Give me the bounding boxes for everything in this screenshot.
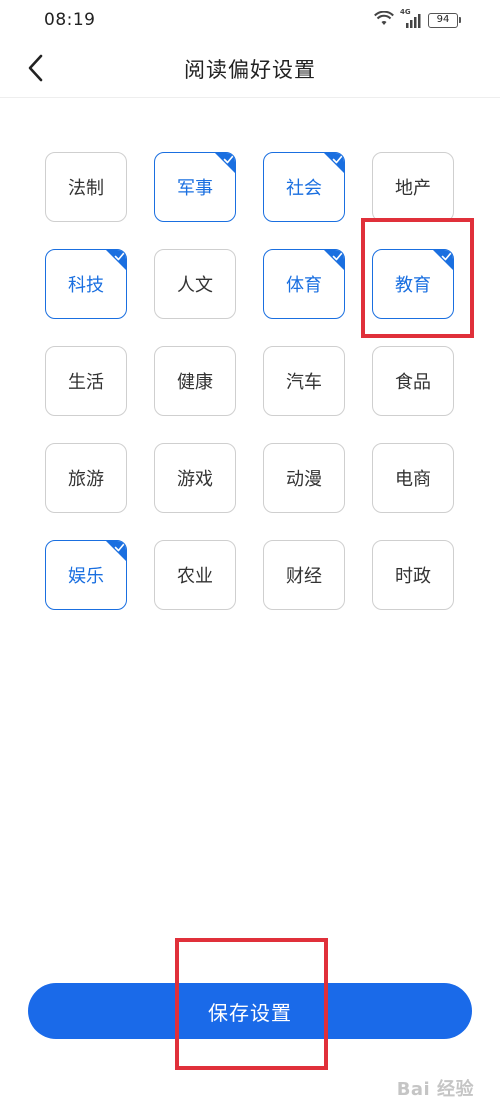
battery-indicator: 94 <box>428 12 461 28</box>
tag-option[interactable]: 娱乐 <box>45 540 127 610</box>
tag-option[interactable]: 生活 <box>45 346 127 416</box>
tag-option[interactable]: 财经 <box>263 540 345 610</box>
reading-preference-screen: 08:19 4G 94 阅读偏好设置 法制 军事 社会 地产 科技 人文 体育 … <box>0 0 500 1111</box>
tag-label: 社会 <box>286 178 322 199</box>
watermark-logo: Bai 经验 <box>396 1079 474 1100</box>
status-icons: 4G 94 <box>374 8 461 30</box>
tag-label: 旅游 <box>68 469 104 490</box>
header: 阅读偏好设置 <box>0 40 500 98</box>
tag-label: 健康 <box>177 372 213 393</box>
tag-label: 人文 <box>177 275 213 296</box>
tag-label: 地产 <box>395 178 431 199</box>
checkmark-icon <box>215 153 235 173</box>
tag-option[interactable]: 游戏 <box>154 443 236 513</box>
tag-option[interactable]: 动漫 <box>263 443 345 513</box>
tag-option[interactable]: 电商 <box>372 443 454 513</box>
status-time: 08:19 <box>44 10 96 30</box>
status-bar: 08:19 4G 94 <box>0 0 500 40</box>
tag-option[interactable]: 军事 <box>154 152 236 222</box>
tag-option[interactable]: 科技 <box>45 249 127 319</box>
tag-label: 军事 <box>177 178 213 199</box>
tag-label: 动漫 <box>286 469 322 490</box>
tag-label: 教育 <box>395 275 431 296</box>
tag-label: 时政 <box>395 566 431 587</box>
tag-label: 体育 <box>286 275 322 296</box>
tag-option[interactable]: 地产 <box>372 152 454 222</box>
preference-tag-grid: 法制 军事 社会 地产科技 人文 体育 教育生活 健康 汽车 食品旅游 游戏 动漫 电商娱乐 农业 财经 时政 <box>45 152 454 610</box>
tag-option[interactable]: 汽车 <box>263 346 345 416</box>
save-settings-button[interactable]: 保存设置 <box>28 983 472 1039</box>
tag-option[interactable]: 时政 <box>372 540 454 610</box>
cellular-signal-icon: 4G <box>400 8 422 28</box>
tag-label: 食品 <box>395 372 431 393</box>
checkmark-icon <box>324 250 344 270</box>
tag-option[interactable]: 人文 <box>154 249 236 319</box>
tag-label: 科技 <box>68 275 104 296</box>
tag-label: 汽车 <box>286 372 322 393</box>
tag-option[interactable]: 食品 <box>372 346 454 416</box>
checkmark-icon <box>433 250 453 270</box>
tag-option[interactable]: 旅游 <box>45 443 127 513</box>
tag-label: 电商 <box>395 469 431 490</box>
tag-label: 生活 <box>68 372 104 393</box>
tag-option[interactable]: 法制 <box>45 152 127 222</box>
tag-label: 财经 <box>286 566 322 587</box>
tag-option[interactable]: 教育 <box>372 249 454 319</box>
tag-label: 游戏 <box>177 469 213 490</box>
tag-option[interactable]: 社会 <box>263 152 345 222</box>
checkmark-icon <box>324 153 344 173</box>
wifi-icon <box>374 10 394 30</box>
checkmark-icon <box>106 250 126 270</box>
tag-option[interactable]: 农业 <box>154 540 236 610</box>
checkmark-icon <box>106 541 126 561</box>
tag-option[interactable]: 体育 <box>263 249 345 319</box>
page-title: 阅读偏好设置 <box>184 58 316 82</box>
tag-label: 娱乐 <box>68 566 104 587</box>
tag-option[interactable]: 健康 <box>154 346 236 416</box>
tag-label: 农业 <box>177 566 213 587</box>
tag-label: 法制 <box>68 178 104 199</box>
